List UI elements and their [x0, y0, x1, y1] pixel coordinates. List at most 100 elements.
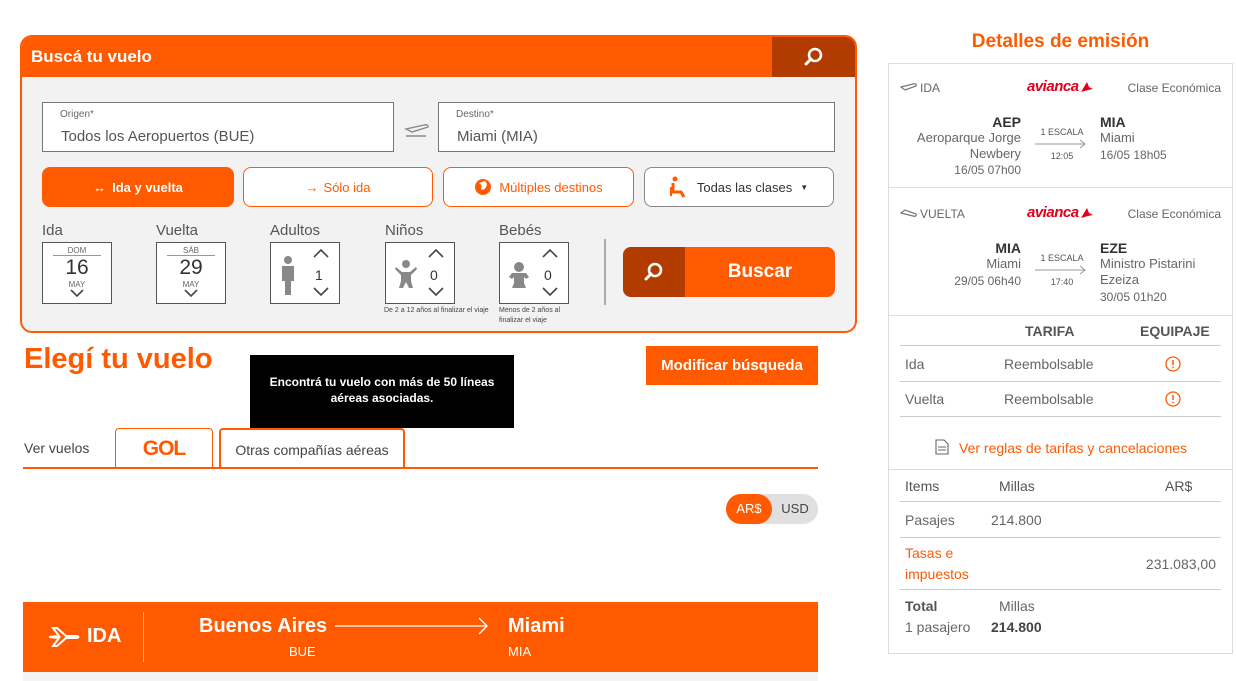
fare-row-leg: Vuelta	[905, 391, 945, 407]
vuelta-weekday: SÁB	[167, 246, 215, 256]
one-way-label: Sólo ida	[323, 179, 371, 195]
vuelta-day: 29	[179, 256, 203, 279]
seat-icon	[669, 176, 686, 198]
fare-row-type: Reembolsable	[1004, 391, 1094, 407]
vuelta-date-picker[interactable]: SÁB 29 MAY	[156, 242, 226, 304]
inbound-to-name: Ministro Pistarini Ezeiza	[1100, 256, 1196, 287]
decrement-icon[interactable]	[428, 287, 444, 297]
ver-vuelos-label: Ver vuelos	[24, 440, 90, 456]
decrement-icon[interactable]	[313, 287, 329, 297]
increment-icon[interactable]	[313, 248, 329, 258]
chevron-down-icon: ▼	[800, 182, 809, 192]
search-button[interactable]: Buscar	[623, 247, 835, 297]
items-header: Items	[905, 478, 940, 494]
inbound-from-code: MIA	[995, 240, 1021, 256]
document-icon	[935, 439, 949, 455]
adults-label: Adultos	[270, 222, 321, 239]
adults-count: 1	[315, 267, 323, 283]
ida-route-bar: IDA Buenos Aires BUE Miami MIA	[23, 602, 818, 672]
decrement-icon[interactable]	[542, 287, 558, 297]
outbound-to-date: 16/05 18h05	[1100, 148, 1167, 162]
modify-search-button[interactable]: Modificar búsqueda	[646, 346, 818, 385]
millas-header: Millas	[999, 478, 1035, 494]
tab-gol[interactable]: GOL	[115, 428, 213, 468]
search-button-label: Buscar	[727, 261, 793, 282]
child-icon	[395, 260, 417, 288]
ida-month: MAY	[68, 280, 86, 289]
avianca-bird-icon	[1081, 82, 1093, 92]
outbound-to-name: Miami	[1100, 130, 1135, 145]
pasajes-label: Pasajes	[905, 512, 955, 528]
divider	[900, 381, 1221, 382]
babies-count: 0	[544, 267, 552, 283]
children-note: De 2 a 12 años al finalizar el viaje	[384, 307, 489, 314]
avianca-bird-icon	[1081, 208, 1093, 218]
fare-rules-link[interactable]: Ver reglas de tarifas y cancelaciones	[959, 440, 1187, 456]
destination-value: Miami (MIA)	[457, 128, 538, 145]
multi-destination-label: Múltiples destinos	[499, 179, 603, 195]
route-arrow-icon	[1035, 139, 1086, 149]
children-label: Niños	[385, 222, 424, 239]
search-title: Buscá tu vuelo	[31, 47, 152, 66]
airlines-tooltip: Encontrá tu vuelo con más de 50 líneas a…	[250, 355, 514, 428]
outbound-to-code: MIA	[1100, 114, 1126, 130]
round-trip-button[interactable]: ↔ Ida y vuelta	[42, 167, 234, 207]
multi-destination-button[interactable]: Múltiples destinos	[443, 167, 634, 207]
one-way-arrow-icon: →	[305, 179, 319, 195]
ida-date-picker[interactable]: DOM 16 MAY	[42, 242, 112, 304]
round-trip-arrow-icon: ↔	[93, 179, 107, 195]
tabs-underline	[23, 467, 818, 469]
pasajes-millas: 214.800	[991, 512, 1042, 528]
total-passengers: 1 pasajero	[905, 619, 971, 635]
plane-icon	[48, 627, 80, 647]
origin-field[interactable]: Origen* Todos los Aeropuertos (BUE)	[42, 102, 394, 152]
origin-label: Origen*	[60, 109, 94, 120]
one-way-button[interactable]: → Sólo ida	[243, 167, 433, 207]
inbound-duration: 17:40	[1050, 277, 1074, 287]
inbound-from-date: 29/05 06h40	[954, 274, 1021, 288]
adults-stepper[interactable]: 1	[270, 242, 340, 304]
airline-logo: avianca	[1027, 78, 1079, 95]
divider	[900, 345, 1221, 346]
class-select[interactable]: Todas las clases ▼	[644, 167, 834, 207]
route-arrow-icon	[1035, 265, 1086, 275]
results-strip	[23, 672, 818, 681]
outbound-label: IDA	[920, 81, 941, 95]
currency-usd[interactable]: USD	[772, 494, 818, 524]
ida-bar-label: IDA	[87, 625, 122, 647]
globe-icon	[475, 179, 492, 195]
children-stepper[interactable]: 0	[385, 242, 455, 304]
tasas-label-line2: impuestos	[905, 566, 969, 582]
total-millas-label: Millas	[999, 598, 1035, 614]
alert-icon[interactable]	[1165, 391, 1181, 407]
chevron-down-icon[interactable]	[184, 289, 198, 297]
header-search-button[interactable]	[772, 37, 855, 77]
destination-field[interactable]: Destino* Miami (MIA)	[438, 102, 835, 152]
search-icon	[623, 247, 685, 297]
inbound-to-code: EZE	[1100, 240, 1128, 256]
outbound-duration: 12:05	[1050, 151, 1074, 161]
tab-otras-companias[interactable]: Otras compañías aéreas	[219, 428, 405, 469]
search-header: Buscá tu vuelo	[22, 37, 855, 77]
fare-header: TARIFA	[1025, 323, 1075, 339]
chevron-down-icon[interactable]	[70, 289, 84, 297]
divider	[143, 612, 144, 662]
vuelta-label: Vuelta	[156, 222, 198, 239]
destination-label: Destino*	[456, 109, 494, 120]
increment-icon[interactable]	[428, 248, 444, 258]
airline-logo: avianca	[1027, 204, 1079, 221]
origin-value: Todos los Aeropuertos (BUE)	[61, 128, 255, 145]
outbound-from-date: 16/05 07h00	[954, 163, 1021, 177]
divider	[889, 469, 1232, 470]
details-panel: IDA avianca Clase Económica AEP Aeroparq…	[888, 63, 1233, 654]
currency-toggle[interactable]: AR$ USD	[726, 494, 818, 524]
inbound-section: VUELTA avianca Clase Económica MIA Miami…	[889, 190, 1232, 316]
fare-row-leg: Ida	[905, 356, 925, 372]
alert-icon[interactable]	[1165, 356, 1181, 372]
baby-icon	[509, 262, 529, 288]
babies-stepper[interactable]: 0	[499, 242, 569, 304]
currency-ars[interactable]: AR$	[726, 494, 772, 524]
increment-icon[interactable]	[542, 248, 558, 258]
tasas-label: Tasas e	[905, 545, 954, 561]
search-icon	[804, 47, 822, 66]
